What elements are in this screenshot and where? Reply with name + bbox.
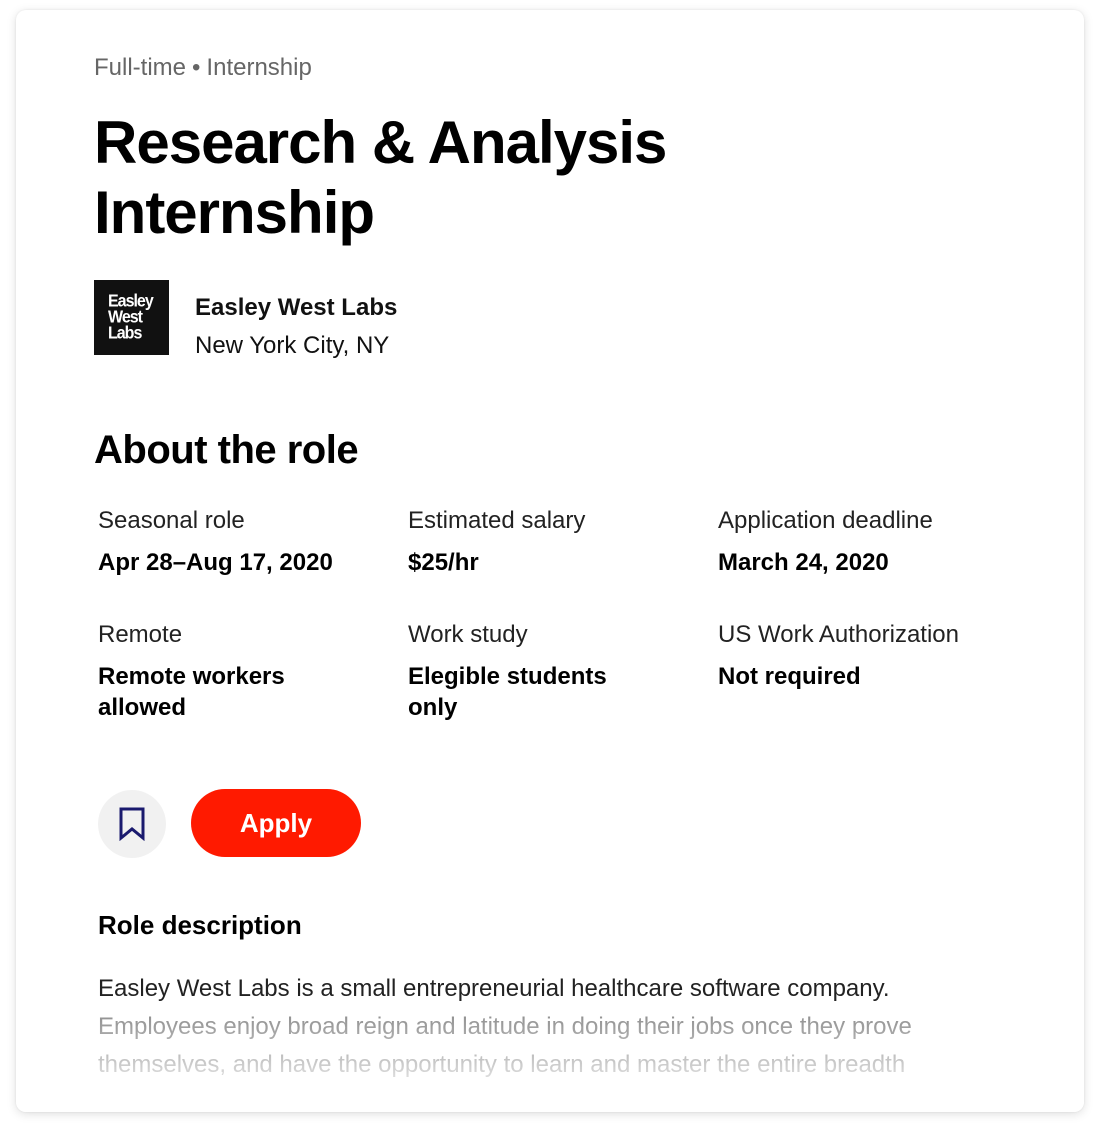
detail-value: March 24, 2020	[718, 549, 889, 576]
detail-label: Remote	[98, 621, 183, 648]
company-location: New York City, NY	[195, 332, 390, 359]
bookmark-icon	[119, 807, 145, 841]
detail-work-study: Work study Elegible students only	[408, 621, 658, 723]
detail-label: US Work Authorization	[718, 621, 959, 648]
job-card: Full-time • Internship Research & Analysis…	[16, 10, 1084, 1112]
detail-value: Elegible students only	[408, 663, 607, 721]
role-description-heading: Role description	[98, 910, 302, 940]
job-title: Research & Analysis Internship	[94, 109, 667, 246]
meta-separator: •	[192, 54, 201, 81]
company-name[interactable]: Easley West Labs	[195, 294, 397, 322]
detail-label: Estimated salary	[408, 507, 586, 534]
job-meta: Full-time • Internship	[94, 54, 312, 82]
role-description-text: Easley West Labs is a small entrepreneur…	[98, 975, 912, 1078]
about-heading: About the role	[94, 428, 359, 472]
detail-label: Work study	[408, 621, 528, 648]
detail-value: Not required	[718, 663, 861, 690]
detail-application-deadline: Application deadline March 24, 2020	[718, 507, 998, 578]
detail-value: Apr 28–Aug 17, 2020	[98, 549, 333, 576]
company-logo: Easley West Labs	[94, 280, 169, 355]
detail-value: Remote workers allowed	[98, 663, 285, 721]
logo-line: Labs	[108, 323, 142, 343]
detail-estimated-salary: Estimated salary $25/hr	[408, 507, 688, 578]
detail-us-work-authorization: US Work Authorization Not required	[718, 621, 1018, 692]
detail-seasonal-role: Seasonal role Apr 28–Aug 17, 2020	[98, 507, 378, 578]
detail-value: $25/hr	[408, 549, 479, 576]
bookmark-button[interactable]	[98, 790, 166, 858]
detail-label: Seasonal role	[98, 507, 245, 534]
detail-label: Application deadline	[718, 507, 933, 534]
detail-remote: Remote Remote workers allowed	[98, 621, 348, 723]
job-category: Internship	[206, 54, 312, 81]
apply-button[interactable]: Apply	[191, 789, 361, 857]
job-type: Full-time	[94, 54, 187, 81]
